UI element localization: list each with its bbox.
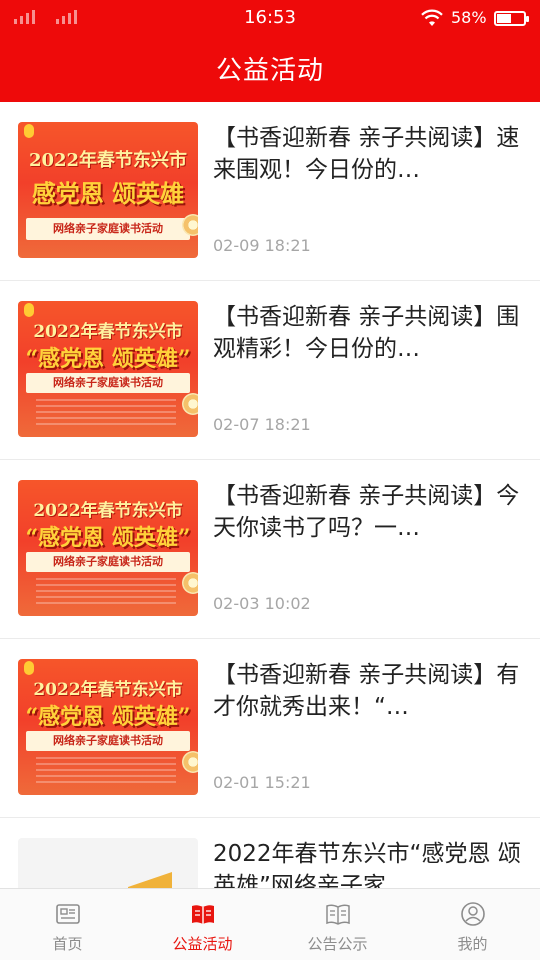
article-thumbnail[interactable]: 2022年春节东兴市 感党恩 颂英雄 网络亲子家庭读书活动 xyxy=(18,122,198,258)
bottom-tab-bar: 首页 公益活动 公告公示 我的 xyxy=(0,888,540,960)
app-header: 16:53 58% 公益活动 xyxy=(0,0,540,102)
article-thumbnail[interactable]: 2022年春节东兴市 “感党恩 颂英雄” 网络亲子家庭读书活动 xyxy=(18,659,198,795)
thumbnail-headline: 2022年春节东兴市 xyxy=(33,501,183,521)
lantern-decoration xyxy=(24,661,34,675)
article-list[interactable]: 2022年春节东兴市 感党恩 颂英雄 网络亲子家庭读书活动 【书香迎新春 亲子共… xyxy=(0,102,540,888)
thumbnail-ribbon: 网络亲子家庭读书活动 xyxy=(26,373,190,393)
thumbnail-body-text xyxy=(36,399,176,427)
status-bar: 16:53 58% xyxy=(0,0,540,36)
article-thumbnail[interactable] xyxy=(18,838,198,888)
thumbnail-headline: 2022年春节东兴市 xyxy=(28,150,188,171)
page-title: 公益活动 xyxy=(215,56,324,86)
article-date: 02-07 18:21 xyxy=(213,415,311,434)
thumbnail-headline: 2022年春节东兴市 xyxy=(33,322,183,342)
article-date: 02-09 18:21 xyxy=(213,236,311,255)
tab-label: 公益活动 xyxy=(172,935,233,953)
list-item[interactable]: 2022年春节东兴市“感党恩 颂英雄”网络亲子家… xyxy=(0,818,540,888)
megaphone-illustration xyxy=(128,872,172,888)
thumbnail-headline: 2022年春节东兴市 xyxy=(33,680,183,700)
user-icon xyxy=(460,902,485,926)
lantern-decoration xyxy=(24,303,34,317)
thumbnail-body-text xyxy=(36,578,176,606)
tab-home[interactable]: 首页 xyxy=(0,889,135,960)
news-icon xyxy=(55,904,80,924)
battery-percentage: 58% xyxy=(451,8,487,27)
thumbnail-slogan: 感党恩 颂英雄 xyxy=(31,179,185,208)
thumbnail-body-text xyxy=(36,757,176,785)
tab-label: 公告公示 xyxy=(307,935,368,953)
article-title[interactable]: 【书香迎新春 亲子共阅读】有才你就秀出来！“… xyxy=(213,659,525,723)
article-thumbnail[interactable]: 2022年春节东兴市 “感党恩 颂英雄” 网络亲子家庭读书活动 xyxy=(18,301,198,437)
article-title[interactable]: 【书香迎新春 亲子共阅读】速来围观！今日份的… xyxy=(213,122,525,186)
tab-profile[interactable]: 我的 xyxy=(405,889,540,960)
list-item[interactable]: 2022年春节东兴市 “感党恩 颂英雄” 网络亲子家庭读书活动 【书香迎新春 亲… xyxy=(0,281,540,460)
flower-decoration xyxy=(182,393,198,415)
article-title[interactable]: 【书香迎新春 亲子共阅读】今天你读书了吗？一… xyxy=(213,480,525,544)
list-item[interactable]: 2022年春节东兴市 “感党恩 颂英雄” 网络亲子家庭读书活动 【书香迎新春 亲… xyxy=(0,460,540,639)
article-title[interactable]: 【书香迎新春 亲子共阅读】围观精彩！今日份的… xyxy=(213,301,525,365)
thumbnail-ribbon: 网络亲子家庭读书活动 xyxy=(26,218,190,240)
thumbnail-ribbon: 网络亲子家庭读书活动 xyxy=(26,731,190,751)
lantern-decoration xyxy=(24,124,34,138)
thumbnail-slogan: “感党恩 颂英雄” xyxy=(25,704,191,730)
list-item[interactable]: 2022年春节东兴市 “感党恩 颂英雄” 网络亲子家庭读书活动 【书香迎新春 亲… xyxy=(0,639,540,818)
article-title[interactable]: 2022年春节东兴市“感党恩 颂英雄”网络亲子家… xyxy=(213,838,525,888)
article-date: 02-03 10:02 xyxy=(213,594,311,613)
flower-decoration xyxy=(182,214,198,236)
book-outline-icon xyxy=(325,904,350,925)
tab-charity-activities[interactable]: 公益活动 xyxy=(135,889,270,960)
book-icon xyxy=(191,905,214,924)
flower-decoration xyxy=(182,572,198,594)
wifi-icon xyxy=(421,9,443,26)
thumbnail-ribbon: 网络亲子家庭读书活动 xyxy=(26,552,190,572)
list-item[interactable]: 2022年春节东兴市 感党恩 颂英雄 网络亲子家庭读书活动 【书香迎新春 亲子共… xyxy=(0,102,540,281)
flower-decoration xyxy=(182,751,198,773)
thumbnail-slogan: “感党恩 颂英雄” xyxy=(25,525,191,551)
tab-label: 首页 xyxy=(52,935,83,953)
tab-announcements[interactable]: 公告公示 xyxy=(270,889,405,960)
article-date: 02-01 15:21 xyxy=(213,773,311,792)
tab-label: 我的 xyxy=(457,935,488,953)
article-thumbnail[interactable]: 2022年春节东兴市 “感党恩 颂英雄” 网络亲子家庭读书活动 xyxy=(18,480,198,616)
thumbnail-slogan: “感党恩 颂英雄” xyxy=(25,346,191,372)
battery-icon xyxy=(494,11,529,26)
